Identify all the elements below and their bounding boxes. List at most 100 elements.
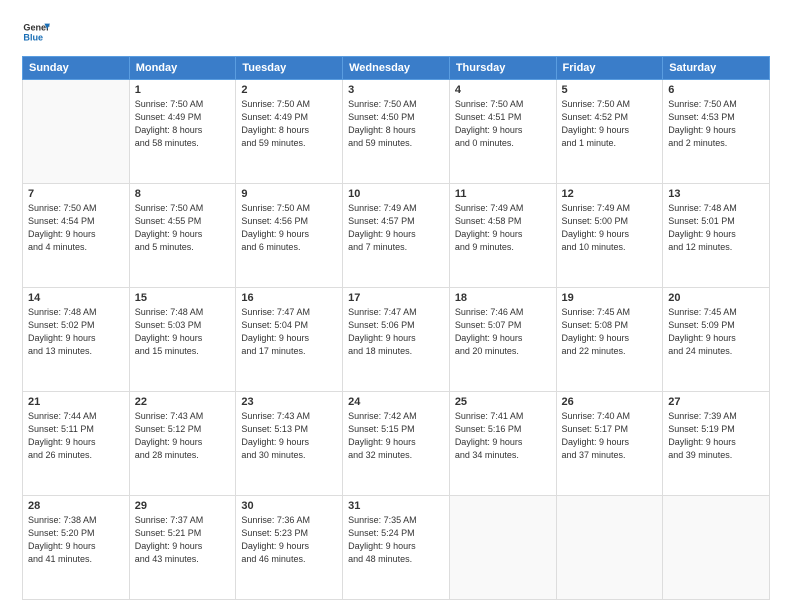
day-info: Sunrise: 7:50 AMSunset: 4:49 PMDaylight:… (241, 98, 337, 150)
weekday-header-saturday: Saturday (663, 57, 770, 80)
calendar-cell (449, 496, 556, 600)
calendar-cell: 31 Sunrise: 7:35 AMSunset: 5:24 PMDayligh… (343, 496, 450, 600)
day-info: Sunrise: 7:50 AMSunset: 4:52 PMDaylight:… (562, 98, 658, 150)
calendar-cell: 2 Sunrise: 7:50 AMSunset: 4:49 PMDaylight… (236, 80, 343, 184)
day-number: 25 (455, 396, 551, 408)
day-number: 22 (135, 396, 231, 408)
day-info: Sunrise: 7:39 AMSunset: 5:19 PMDaylight:… (668, 410, 764, 462)
day-info: Sunrise: 7:36 AMSunset: 5:23 PMDaylight:… (241, 514, 337, 566)
day-info: Sunrise: 7:47 AMSunset: 5:06 PMDaylight:… (348, 306, 444, 358)
calendar-table: SundayMondayTuesdayWednesdayThursdayFrid… (22, 56, 770, 600)
day-info: Sunrise: 7:50 AMSunset: 4:55 PMDaylight:… (135, 202, 231, 254)
day-info: Sunrise: 7:50 AMSunset: 4:54 PMDaylight:… (28, 202, 124, 254)
day-info: Sunrise: 7:49 AMSunset: 4:58 PMDaylight:… (455, 202, 551, 254)
calendar-cell: 30 Sunrise: 7:36 AMSunset: 5:23 PMDayligh… (236, 496, 343, 600)
day-number: 3 (348, 84, 444, 96)
day-info: Sunrise: 7:47 AMSunset: 5:04 PMDaylight:… (241, 306, 337, 358)
weekday-header-monday: Monday (129, 57, 236, 80)
day-number: 26 (562, 396, 658, 408)
weekday-header-wednesday: Wednesday (343, 57, 450, 80)
page-header: General Blue (22, 18, 770, 46)
day-number: 12 (562, 188, 658, 200)
day-number: 1 (135, 84, 231, 96)
day-number: 10 (348, 188, 444, 200)
day-info: Sunrise: 7:50 AMSunset: 4:50 PMDaylight:… (348, 98, 444, 150)
weekday-header-friday: Friday (556, 57, 663, 80)
day-info: Sunrise: 7:48 AMSunset: 5:01 PMDaylight:… (668, 202, 764, 254)
logo: General Blue (22, 18, 50, 46)
calendar-cell: 5 Sunrise: 7:50 AMSunset: 4:52 PMDaylight… (556, 80, 663, 184)
weekday-header-tuesday: Tuesday (236, 57, 343, 80)
day-info: Sunrise: 7:35 AMSunset: 5:24 PMDaylight:… (348, 514, 444, 566)
day-number: 14 (28, 292, 124, 304)
calendar-week-row: 21Sunrise: 7:44 AMSunset: 5:11 PMDayligh… (23, 392, 770, 496)
day-info: Sunrise: 7:50 AMSunset: 4:51 PMDaylight:… (455, 98, 551, 150)
day-info: Sunrise: 7:48 AMSunset: 5:03 PMDaylight:… (135, 306, 231, 358)
day-number: 29 (135, 500, 231, 512)
day-number: 19 (562, 292, 658, 304)
calendar-cell: 18 Sunrise: 7:46 AMSunset: 5:07 PMDayligh… (449, 288, 556, 392)
calendar-cell: 13 Sunrise: 7:48 AMSunset: 5:01 PMDayligh… (663, 184, 770, 288)
day-number: 28 (28, 500, 124, 512)
calendar-cell: 8 Sunrise: 7:50 AMSunset: 4:55 PMDaylight… (129, 184, 236, 288)
day-number: 30 (241, 500, 337, 512)
calendar-cell: 7 Sunrise: 7:50 AMSunset: 4:54 PMDaylight… (23, 184, 130, 288)
day-number: 2 (241, 84, 337, 96)
day-number: 17 (348, 292, 444, 304)
day-number: 20 (668, 292, 764, 304)
day-number: 8 (135, 188, 231, 200)
svg-text:Blue: Blue (23, 32, 43, 42)
calendar-cell (663, 496, 770, 600)
day-info: Sunrise: 7:46 AMSunset: 5:07 PMDaylight:… (455, 306, 551, 358)
calendar-cell: 4 Sunrise: 7:50 AMSunset: 4:51 PMDaylight… (449, 80, 556, 184)
day-info: Sunrise: 7:43 AMSunset: 5:13 PMDaylight:… (241, 410, 337, 462)
day-info: Sunrise: 7:48 AMSunset: 5:02 PMDaylight:… (28, 306, 124, 358)
day-info: Sunrise: 7:49 AMSunset: 4:57 PMDaylight:… (348, 202, 444, 254)
calendar-cell: 6Sunrise: 7:50 AMSunset: 4:53 PMDaylight… (663, 80, 770, 184)
calendar-week-row: 7 Sunrise: 7:50 AMSunset: 4:54 PMDaylight… (23, 184, 770, 288)
day-info: Sunrise: 7:40 AMSunset: 5:17 PMDaylight:… (562, 410, 658, 462)
day-number: 18 (455, 292, 551, 304)
calendar-cell: 15 Sunrise: 7:48 AMSunset: 5:03 PMDayligh… (129, 288, 236, 392)
calendar-cell: 9Sunrise: 7:50 AMSunset: 4:56 PMDaylight… (236, 184, 343, 288)
weekday-header-sunday: Sunday (23, 57, 130, 80)
day-info: Sunrise: 7:43 AMSunset: 5:12 PMDaylight:… (135, 410, 231, 462)
calendar-cell: 24 Sunrise: 7:42 AMSunset: 5:15 PMDayligh… (343, 392, 450, 496)
calendar-cell: 16Sunrise: 7:47 AMSunset: 5:04 PMDayligh… (236, 288, 343, 392)
day-number: 31 (348, 500, 444, 512)
day-number: 11 (455, 188, 551, 200)
day-info: Sunrise: 7:42 AMSunset: 5:15 PMDaylight:… (348, 410, 444, 462)
day-number: 4 (455, 84, 551, 96)
day-number: 13 (668, 188, 764, 200)
day-info: Sunrise: 7:38 AMSunset: 5:20 PMDaylight:… (28, 514, 124, 566)
calendar-cell: 26 Sunrise: 7:40 AMSunset: 5:17 PMDayligh… (556, 392, 663, 496)
calendar-cell: 22 Sunrise: 7:43 AMSunset: 5:12 PMDayligh… (129, 392, 236, 496)
day-number: 7 (28, 188, 124, 200)
calendar-cell: 28 Sunrise: 7:38 AMSunset: 5:20 PMDayligh… (23, 496, 130, 600)
day-number: 23 (241, 396, 337, 408)
day-number: 27 (668, 396, 764, 408)
calendar-cell: 21Sunrise: 7:44 AMSunset: 5:11 PMDayligh… (23, 392, 130, 496)
calendar-cell: 12 Sunrise: 7:49 AMSunset: 5:00 PMDayligh… (556, 184, 663, 288)
day-info: Sunrise: 7:45 AMSunset: 5:08 PMDaylight:… (562, 306, 658, 358)
calendar-cell: 14 Sunrise: 7:48 AMSunset: 5:02 PMDayligh… (23, 288, 130, 392)
calendar-cell: 19 Sunrise: 7:45 AMSunset: 5:08 PMDayligh… (556, 288, 663, 392)
weekday-header-row: SundayMondayTuesdayWednesdayThursdayFrid… (23, 57, 770, 80)
weekday-header-thursday: Thursday (449, 57, 556, 80)
day-number: 15 (135, 292, 231, 304)
day-info: Sunrise: 7:49 AMSunset: 5:00 PMDaylight:… (562, 202, 658, 254)
day-info: Sunrise: 7:50 AMSunset: 4:53 PMDaylight:… (668, 98, 764, 150)
day-info: Sunrise: 7:45 AMSunset: 5:09 PMDaylight:… (668, 306, 764, 358)
calendar-week-row: 1 Sunrise: 7:50 AMSunset: 4:49 PMDaylight… (23, 80, 770, 184)
calendar-cell: 20 Sunrise: 7:45 AMSunset: 5:09 PMDayligh… (663, 288, 770, 392)
day-number: 5 (562, 84, 658, 96)
calendar-cell: 11 Sunrise: 7:49 AMSunset: 4:58 PMDayligh… (449, 184, 556, 288)
day-number: 24 (348, 396, 444, 408)
calendar-cell: 17 Sunrise: 7:47 AMSunset: 5:06 PMDayligh… (343, 288, 450, 392)
day-info: Sunrise: 7:37 AMSunset: 5:21 PMDaylight:… (135, 514, 231, 566)
calendar-cell (556, 496, 663, 600)
day-info: Sunrise: 7:41 AMSunset: 5:16 PMDaylight:… (455, 410, 551, 462)
day-info: Sunrise: 7:50 AMSunset: 4:49 PMDaylight:… (135, 98, 231, 150)
calendar-cell: 10 Sunrise: 7:49 AMSunset: 4:57 PMDayligh… (343, 184, 450, 288)
calendar-week-row: 28 Sunrise: 7:38 AMSunset: 5:20 PMDayligh… (23, 496, 770, 600)
